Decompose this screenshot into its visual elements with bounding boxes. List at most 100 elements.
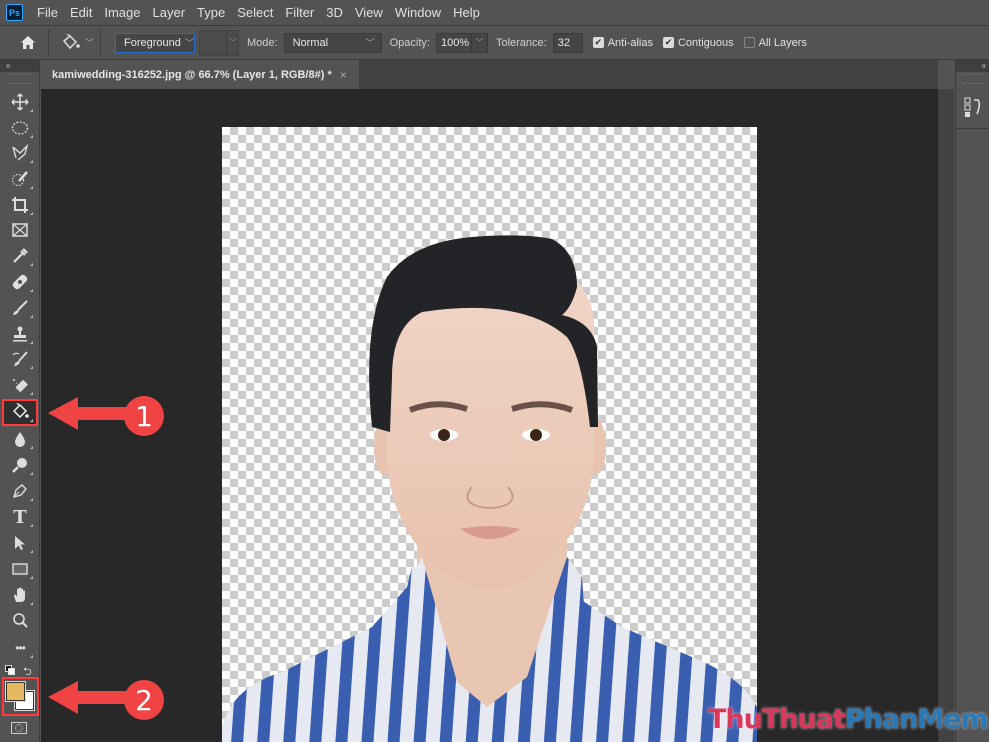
panel-grip[interactable] bbox=[962, 74, 983, 84]
anti-alias-checkbox[interactable]: ✔ Anti-alias bbox=[592, 36, 653, 49]
vertical-scrollbar[interactable] bbox=[938, 89, 954, 742]
elliptical-marquee-tool[interactable] bbox=[4, 116, 36, 140]
brush-tool[interactable] bbox=[4, 296, 36, 320]
right-panel-dock: « bbox=[955, 60, 989, 742]
zoom-tool[interactable] bbox=[4, 609, 36, 633]
path-selection-tool[interactable] bbox=[4, 531, 36, 555]
rectangle-tool[interactable] bbox=[4, 557, 36, 581]
drop-icon bbox=[15, 432, 25, 447]
hand-icon bbox=[14, 587, 25, 602]
type-icon: T bbox=[13, 506, 27, 528]
more-icon: ••• bbox=[15, 641, 26, 655]
default-colors-icon[interactable] bbox=[5, 665, 15, 675]
mode-label: Mode: bbox=[247, 36, 278, 49]
mode-value: Normal bbox=[292, 36, 329, 49]
paint-bucket-icon bbox=[62, 33, 80, 49]
quick-selection-tool[interactable] bbox=[4, 167, 36, 191]
document-canvas[interactable] bbox=[222, 127, 757, 742]
portrait-image bbox=[222, 235, 757, 742]
collapse-toolbar-button[interactable]: » bbox=[0, 60, 39, 72]
separator bbox=[100, 29, 102, 56]
polygonal-lasso-tool[interactable] bbox=[4, 141, 36, 165]
mode-select[interactable]: Normal ﹀ bbox=[283, 32, 382, 53]
document-tab-bar: kamiwedding-316252.jpg @ 66.7% (Layer 1,… bbox=[41, 60, 938, 89]
opacity-slider-toggle[interactable]: ﹀ bbox=[471, 32, 488, 53]
menu-select[interactable]: Select bbox=[231, 0, 279, 25]
pattern-picker[interactable] bbox=[199, 29, 228, 56]
tool-preset-picker[interactable]: ﹀ bbox=[61, 33, 95, 52]
document-tab-title: kamiwedding-316252.jpg @ 66.7% (Layer 1,… bbox=[52, 68, 332, 81]
move-icon bbox=[11, 93, 29, 111]
menu-type[interactable]: Type bbox=[191, 0, 231, 25]
pen-icon bbox=[12, 484, 27, 499]
menu-image[interactable]: Image bbox=[98, 0, 146, 25]
eraser-icon bbox=[13, 379, 28, 392]
paint-bucket-highlight-box bbox=[2, 399, 38, 426]
bandage-icon bbox=[12, 274, 28, 290]
photoshop-logo: Ps bbox=[6, 4, 23, 21]
opacity-label: Opacity: bbox=[389, 36, 430, 49]
menu-filter[interactable]: Filter bbox=[279, 0, 320, 25]
contiguous-label: Contiguous bbox=[677, 36, 734, 49]
menu-file[interactable]: File bbox=[31, 0, 64, 25]
checkbox-checked-icon: ✔ bbox=[662, 37, 674, 48]
home-button[interactable] bbox=[14, 29, 42, 57]
history-brush-tool[interactable] bbox=[4, 347, 36, 371]
anti-alias-label: Anti-alias bbox=[607, 36, 653, 49]
close-tab-icon[interactable]: × bbox=[340, 68, 347, 82]
quick-select-icon bbox=[11, 171, 28, 187]
menu-3d[interactable]: 3D bbox=[320, 0, 349, 25]
stamp-icon bbox=[13, 326, 27, 342]
magnifier-icon bbox=[13, 613, 28, 628]
contiguous-checkbox[interactable]: ✔ Contiguous bbox=[662, 36, 734, 49]
crop-tool[interactable] bbox=[4, 193, 36, 217]
brush-icon bbox=[13, 300, 28, 315]
menu-edit[interactable]: Edit bbox=[64, 0, 98, 25]
expand-panels-button[interactable]: « bbox=[956, 60, 989, 72]
rectangle-icon bbox=[12, 563, 28, 575]
fill-source-value: Foreground bbox=[124, 36, 181, 49]
watermark-part1: ThuThuat bbox=[708, 704, 846, 735]
type-tool[interactable]: T bbox=[4, 505, 36, 529]
frame-tool[interactable] bbox=[4, 218, 36, 242]
history-brush-icon bbox=[12, 351, 28, 366]
menu-layer[interactable]: Layer bbox=[147, 0, 192, 25]
dodge-tool[interactable] bbox=[4, 453, 36, 477]
menu-help[interactable]: Help bbox=[447, 0, 486, 25]
menu-view[interactable]: View bbox=[349, 0, 389, 25]
all-layers-checkbox[interactable]: All Layers bbox=[743, 36, 807, 49]
home-icon bbox=[21, 36, 35, 49]
chevron-down-icon: ﹀ bbox=[85, 38, 95, 48]
quick-mask-button[interactable] bbox=[11, 722, 27, 734]
panel-divider bbox=[956, 128, 989, 129]
checkbox-unchecked-icon bbox=[743, 37, 755, 48]
pen-tool[interactable] bbox=[4, 479, 36, 503]
healing-brush-tool[interactable] bbox=[4, 270, 36, 294]
separator bbox=[48, 29, 49, 56]
document-tab[interactable]: kamiwedding-316252.jpg @ 66.7% (Layer 1,… bbox=[41, 60, 359, 89]
eyedropper-icon bbox=[13, 248, 28, 263]
move-tool[interactable] bbox=[4, 90, 36, 114]
ellipse-marquee-icon bbox=[11, 121, 29, 135]
hand-tool[interactable] bbox=[4, 583, 36, 607]
history-panel-button[interactable] bbox=[962, 96, 984, 118]
eyedropper-tool[interactable] bbox=[4, 244, 36, 268]
chevron-down-icon: ﹀ bbox=[184, 38, 194, 48]
tolerance-input[interactable]: 32 bbox=[552, 32, 583, 53]
menu-window[interactable]: Window bbox=[389, 0, 447, 25]
opacity-input[interactable]: 100% bbox=[435, 32, 472, 53]
fill-source-select[interactable]: Foreground ﹀ bbox=[115, 32, 196, 53]
quick-mask-icon bbox=[15, 724, 23, 732]
frame-icon bbox=[12, 223, 28, 237]
pattern-picker-chevron[interactable]: ﹀ bbox=[227, 29, 240, 56]
menu-bar: Ps File Edit Image Layer Type Select Fil… bbox=[0, 0, 989, 25]
dodge-icon bbox=[12, 458, 27, 473]
clone-stamp-tool[interactable] bbox=[4, 322, 36, 346]
all-layers-label: All Layers bbox=[758, 36, 807, 49]
color-swatch-highlight-box bbox=[2, 677, 39, 716]
toolbar-grip[interactable] bbox=[8, 74, 31, 84]
chevron-down-icon: ﹀ bbox=[365, 38, 375, 48]
eraser-tool[interactable] bbox=[4, 373, 36, 397]
edit-toolbar[interactable]: ••• bbox=[4, 636, 36, 660]
blur-tool[interactable] bbox=[4, 427, 36, 451]
